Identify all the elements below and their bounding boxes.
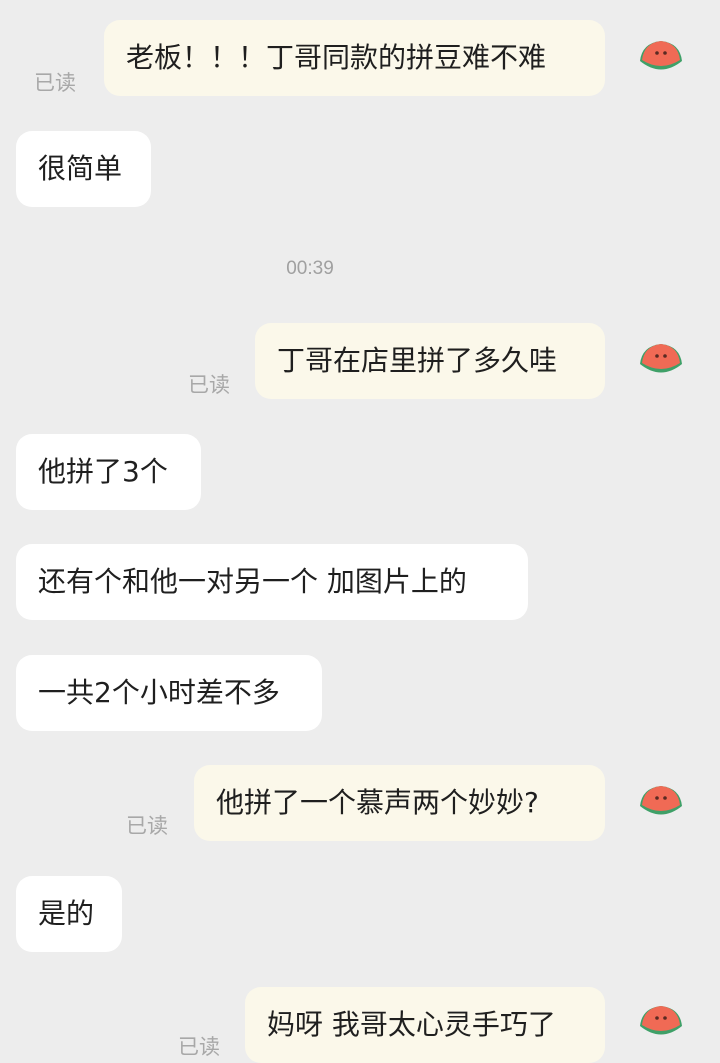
message-text: 一共2个小时差不多 bbox=[38, 676, 280, 709]
message-bubble-mine[interactable]: 丁哥在店里拼了多久哇 bbox=[255, 323, 605, 399]
user-avatar[interactable] bbox=[637, 996, 685, 1044]
watermelon-icon bbox=[640, 786, 682, 815]
message-bubble-theirs[interactable]: 一共2个小时差不多 bbox=[16, 655, 322, 731]
message-bubble-mine[interactable]: 老板！！！丁哥同款的拼豆难不难 bbox=[104, 20, 605, 96]
user-avatar[interactable] bbox=[637, 776, 685, 824]
message-text: 他拼了3个 bbox=[38, 455, 168, 488]
message-bubble-theirs[interactable]: 他拼了3个 bbox=[16, 434, 201, 510]
message-bubble-mine[interactable]: 他拼了一个慕声两个妙妙? bbox=[194, 765, 605, 841]
read-receipt: 已读 bbox=[188, 373, 230, 397]
read-receipt: 已读 bbox=[126, 814, 168, 838]
message-bubble-theirs[interactable]: 是的 bbox=[16, 876, 122, 952]
message-bubble-theirs[interactable]: 很简单 bbox=[16, 131, 151, 207]
message-bubble-mine[interactable]: 妈呀 我哥太心灵手巧了 bbox=[245, 987, 605, 1063]
timestamp: 00:39 bbox=[286, 258, 334, 279]
message-text: 妈呀 我哥太心灵手巧了 bbox=[267, 1008, 556, 1041]
read-receipt: 已读 bbox=[34, 71, 76, 95]
message-text: 老板！！！丁哥同款的拼豆难不难 bbox=[126, 41, 547, 74]
message-text: 很简单 bbox=[38, 152, 123, 185]
watermelon-icon bbox=[640, 41, 682, 70]
watermelon-icon bbox=[640, 1006, 682, 1035]
message-text: 丁哥在店里拼了多久哇 bbox=[277, 344, 558, 377]
message-text: 是的 bbox=[38, 897, 95, 930]
watermelon-icon bbox=[640, 344, 682, 373]
user-avatar[interactable] bbox=[637, 31, 685, 79]
read-receipt: 已读 bbox=[178, 1035, 220, 1059]
message-bubble-theirs[interactable]: 还有个和他一对另一个 加图片上的 bbox=[16, 544, 528, 620]
message-text: 还有个和他一对另一个 加图片上的 bbox=[38, 565, 467, 598]
chat-thread[interactable]: 已读 老板！！！丁哥同款的拼豆难不难 很简单 00:39 已读 丁哥在店里拼了多… bbox=[0, 0, 720, 1063]
user-avatar[interactable] bbox=[637, 334, 685, 382]
message-text: 他拼了一个慕声两个妙妙? bbox=[216, 786, 539, 819]
